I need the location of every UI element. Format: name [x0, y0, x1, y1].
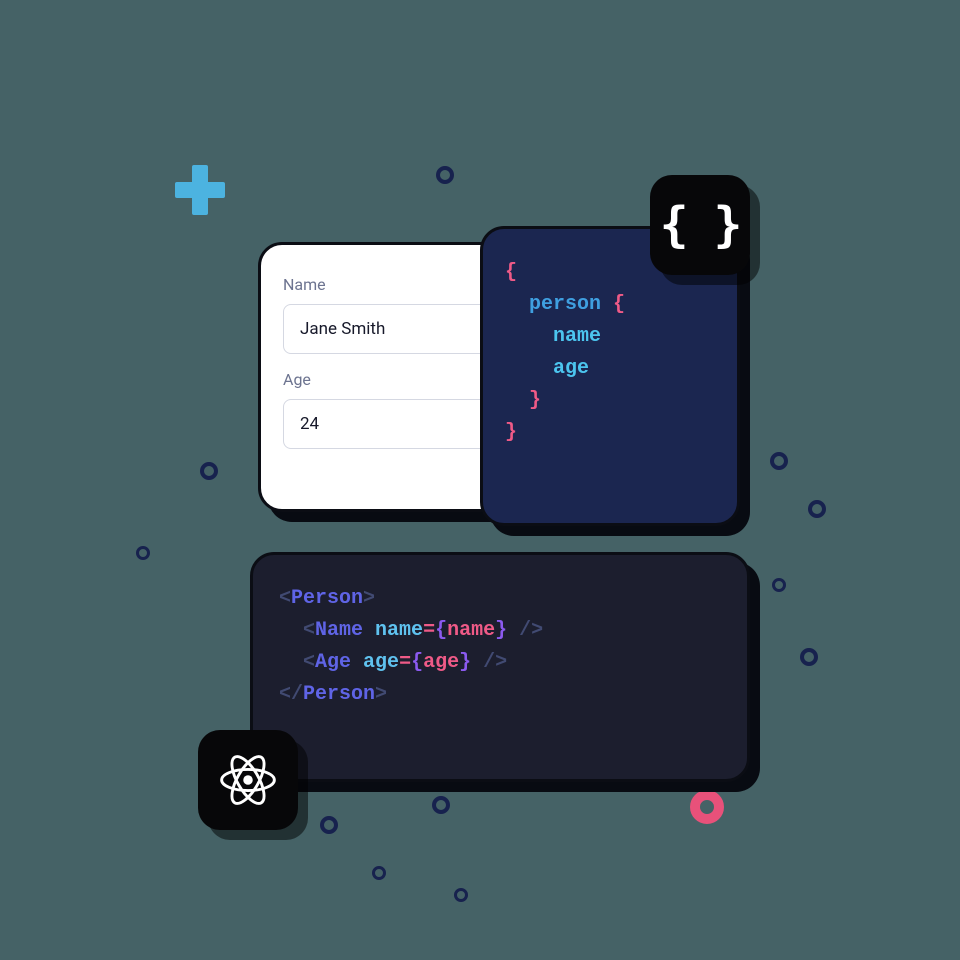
graphql-badge: { }	[650, 175, 750, 275]
jsx-code-card: <Person> <Name name={name} /> <Age age={…	[250, 552, 750, 782]
dot-icon	[372, 866, 386, 880]
plus-icon	[175, 165, 225, 215]
dot-icon	[772, 578, 786, 592]
dot-icon	[200, 462, 218, 480]
age-input[interactable]	[283, 399, 493, 449]
form-card: Name Age	[258, 242, 518, 512]
dot-icon	[320, 816, 338, 834]
ring-pink-icon	[690, 790, 724, 824]
curly-braces-icon: { }	[660, 197, 741, 253]
react-badge	[198, 730, 298, 830]
dot-icon	[454, 888, 468, 902]
graphql-code-block: { person { name age } }	[505, 257, 715, 449]
dot-icon	[432, 796, 450, 814]
react-icon	[219, 751, 277, 809]
age-label: Age	[283, 370, 493, 389]
jsx-code-block: <Person> <Name name={name} /> <Age age={…	[279, 583, 721, 711]
dot-icon	[800, 648, 818, 666]
dot-icon	[436, 166, 454, 184]
name-input[interactable]	[283, 304, 493, 354]
illustration-stage: <Person> <Name name={name} /> <Age age={…	[0, 0, 960, 960]
dot-icon	[808, 500, 826, 518]
name-label: Name	[283, 275, 493, 294]
dot-icon	[136, 546, 150, 560]
dot-icon	[770, 452, 788, 470]
